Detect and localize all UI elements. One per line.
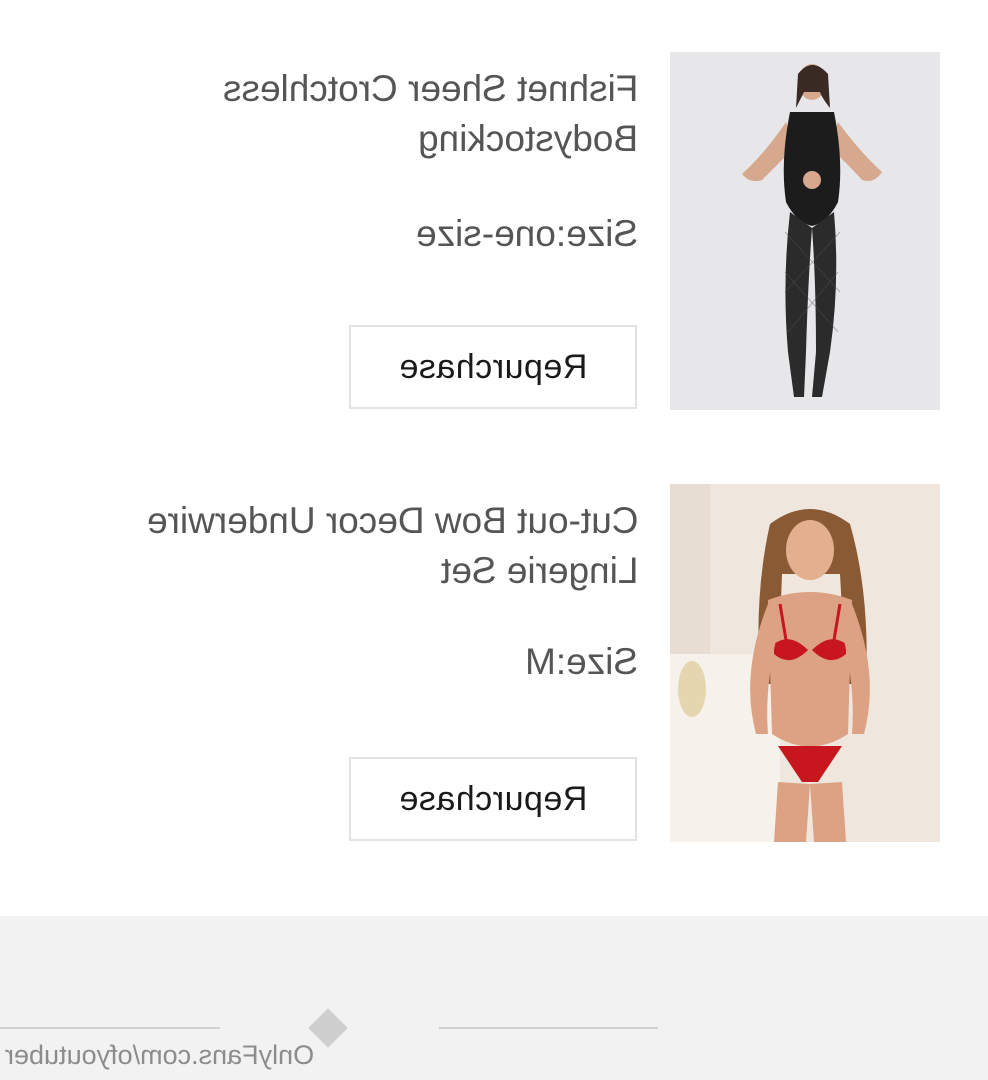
watermark-text: OnlyFans.com/ofyoutuber	[5, 1040, 315, 1070]
product-title-line2: Lingerie Set	[440, 550, 638, 591]
product-title-line1: Cut-out Bow Decor Underwire	[146, 500, 638, 541]
product-image[interactable]	[670, 52, 940, 410]
product-photo	[670, 52, 940, 410]
product-photo	[670, 484, 940, 842]
product-image[interactable]	[670, 484, 940, 842]
repurchase-label: Repurchase	[398, 347, 588, 386]
product-size-text: Size:M	[524, 641, 638, 682]
order-item: Fishnet Sheer Crotchless Bodystocking Si…	[0, 0, 988, 440]
product-title: Fishnet Sheer Crotchless Bodystocking	[38, 64, 638, 164]
product-title-line2: Bodystocking	[417, 118, 638, 159]
product-size-text: Size:one-size	[415, 213, 638, 254]
product-title: Cut-out Bow Decor Underwire Lingerie Set	[38, 496, 638, 596]
product-size: Size:one-size	[416, 212, 638, 256]
order-items-page: Fishnet Sheer Crotchless Bodystocking Si…	[0, 0, 988, 1080]
footer: OnlyFans.com/ofyoutuber	[0, 916, 988, 1080]
repurchase-button[interactable]: Repurchase	[349, 325, 637, 409]
repurchase-button[interactable]: Repurchase	[349, 757, 637, 841]
repurchase-label: Repurchase	[398, 779, 588, 818]
footer-divider-left	[0, 1027, 220, 1029]
product-size: Size:M	[525, 640, 638, 684]
watermark: OnlyFans.com/ofyoutuber	[5, 1038, 314, 1072]
footer-divider-right	[439, 1027, 658, 1029]
product-title-line1: Fishnet Sheer Crotchless	[222, 68, 638, 109]
order-item: Cut-out Bow Decor Underwire Lingerie Set…	[0, 440, 988, 880]
